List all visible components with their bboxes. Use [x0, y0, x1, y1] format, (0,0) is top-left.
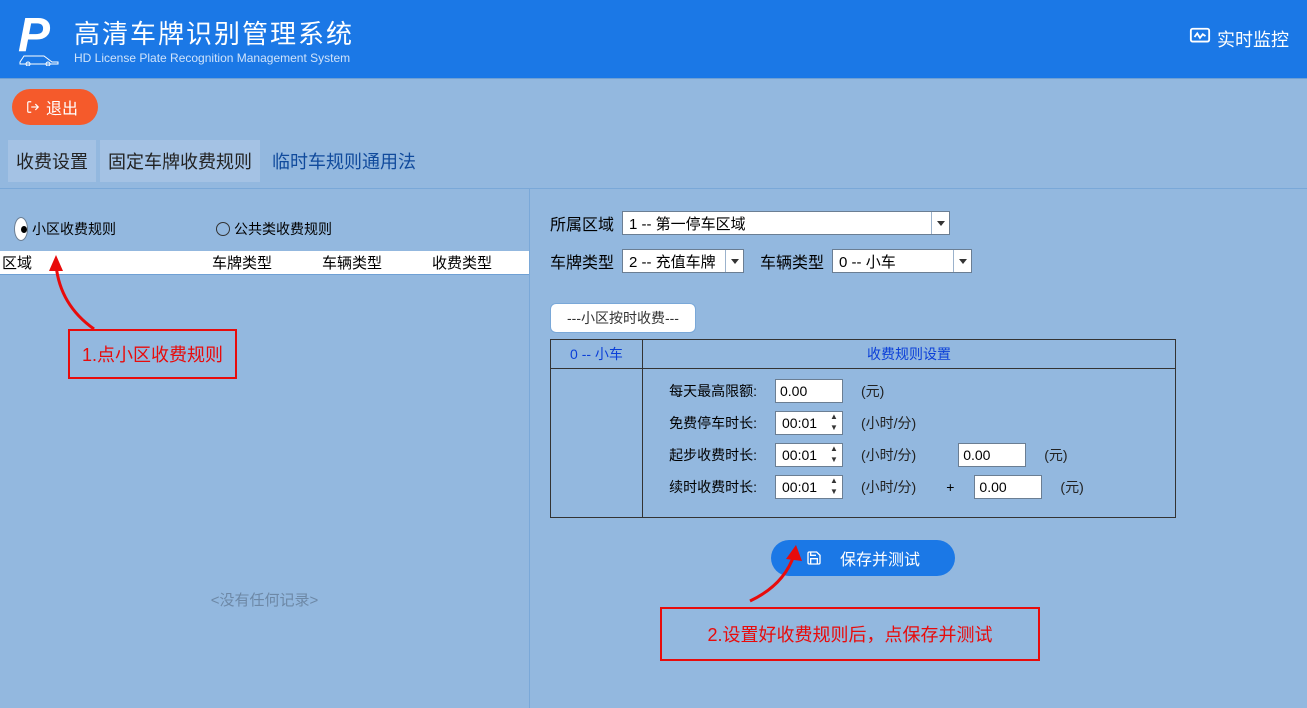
radio-selected-icon — [14, 217, 28, 241]
save-and-test-button[interactable]: 保存并测试 — [771, 540, 955, 576]
free-duration-spinner[interactable]: 00:01 ▲▼ — [775, 411, 843, 435]
daily-max-unit: (元) — [861, 381, 884, 401]
rule-type-radios: 小区收费规则 公共类收费规则 — [0, 217, 529, 241]
radio-community-label: 小区收费规则 — [32, 219, 116, 239]
vehicle-type-label: 车辆类型 — [760, 249, 824, 273]
save-label: 保存并测试 — [840, 546, 920, 570]
realtime-monitor-button[interactable]: 实时监控 — [1189, 26, 1289, 53]
plate-type-label: 车牌类型 — [550, 249, 614, 273]
start-duration-spinner[interactable]: 00:01 ▲▼ — [775, 443, 843, 467]
right-pane: 所属区域 1 -- 第一停车区域 车牌类型 2 -- 充值车牌 车辆类型 0 -… — [530, 189, 1307, 708]
logo: P — [18, 12, 60, 66]
area-select[interactable]: 1 -- 第一停车区域 — [622, 211, 950, 235]
title-block: 高清车牌识别管理系统 HD License Plate Recognition … — [74, 14, 354, 65]
renewal-duration-label: 续时收费时长: — [657, 477, 757, 497]
start-duration-value: 00:01 — [776, 447, 826, 463]
renewal-duration-value: 00:01 — [776, 479, 826, 495]
save-icon — [806, 550, 822, 566]
realtime-monitor-label: 实时监控 — [1217, 26, 1289, 52]
radio-public-rule[interactable]: 公共类收费规则 — [216, 219, 332, 239]
inner-tab-community-time-charge[interactable]: ---小区按时收费--- — [550, 303, 696, 333]
col-plate-type: 车牌类型 — [210, 252, 320, 273]
subbar: 退出 — [0, 78, 1307, 130]
app-subtitle: HD License Plate Recognition Management … — [74, 51, 354, 65]
exit-button[interactable]: 退出 — [12, 89, 98, 125]
daily-max-input[interactable] — [775, 379, 843, 403]
col-charge-type: 收费类型 — [430, 252, 530, 273]
grid-form: 每天最高限额: (元) 免费停车时长: 00:01 ▲▼ (小时/分) 起步收费… — [643, 369, 1175, 517]
grid-header-vehicle: 0 -- 小车 — [551, 340, 643, 369]
charge-rule-grid: 0 -- 小车 收费规则设置 每天最高限额: (元) 免费停车时长: 00:01… — [550, 339, 1176, 518]
start-duration-unit: (小时/分) — [861, 445, 916, 465]
free-duration-value: 00:01 — [776, 415, 826, 431]
start-duration-label: 起步收费时长: — [657, 445, 757, 465]
radio-community-rule[interactable]: 小区收费规则 — [14, 217, 116, 241]
renewal-duration-unit: (小时/分) — [861, 477, 916, 497]
car-icon — [18, 52, 60, 66]
exit-label: 退出 — [46, 95, 78, 119]
tab-fixed-plate-rules[interactable]: 固定车牌收费规则 — [100, 140, 260, 182]
col-area: 区域 — [0, 252, 210, 273]
annotation-2: 2.设置好收费规则后，点保存并测试 — [660, 607, 1040, 661]
table-header: 区域 车牌类型 车辆类型 收费类型 — [0, 251, 529, 275]
col-vehicle-type: 车辆类型 — [320, 252, 430, 273]
tab-charge-settings[interactable]: 收费设置 — [8, 140, 96, 182]
free-duration-unit: (小时/分) — [861, 413, 916, 433]
annotation-1: 1.点小区收费规则 — [68, 329, 237, 379]
chevron-down-icon — [931, 212, 949, 234]
tabs: 收费设置 固定车牌收费规则 临时车规则通用法 — [0, 130, 1307, 182]
left-pane: 小区收费规则 公共类收费规则 区域 车牌类型 车辆类型 收费类型 1.点小区收费… — [0, 189, 530, 708]
renewal-charge-unit: (元) — [1060, 477, 1083, 497]
plus-sign: + — [946, 479, 954, 495]
logo-block: P 高清车牌识别管理系统 HD License Plate Recognitio… — [18, 12, 354, 66]
content: 小区收费规则 公共类收费规则 区域 车牌类型 车辆类型 收费类型 1.点小区收费… — [0, 188, 1307, 708]
free-duration-label: 免费停车时长: — [657, 413, 757, 433]
header: P 高清车牌识别管理系统 HD License Plate Recognitio… — [0, 0, 1307, 78]
vehicle-type-value: 0 -- 小车 — [839, 251, 896, 272]
start-charge-input[interactable] — [958, 443, 1026, 467]
renewal-charge-input[interactable] — [974, 475, 1042, 499]
exit-icon — [26, 100, 40, 114]
plate-type-select[interactable]: 2 -- 充值车牌 — [622, 249, 744, 273]
grid-left-empty — [551, 369, 643, 517]
start-charge-unit: (元) — [1044, 445, 1067, 465]
radio-unselected-icon — [216, 222, 230, 236]
monitor-icon — [1189, 26, 1211, 53]
area-value: 1 -- 第一停车区域 — [629, 213, 746, 234]
tab-temp-vehicle-rules[interactable]: 临时车规则通用法 — [264, 140, 424, 182]
spinner-arrows-icon: ▲▼ — [826, 476, 842, 498]
renewal-duration-spinner[interactable]: 00:01 ▲▼ — [775, 475, 843, 499]
area-label: 所属区域 — [550, 211, 614, 235]
chevron-down-icon — [725, 250, 743, 272]
grid-header-rules: 收费规则设置 — [643, 340, 1175, 369]
app-title: 高清车牌识别管理系统 — [74, 14, 354, 51]
empty-message: <没有任何记录> — [0, 589, 529, 610]
spinner-arrows-icon: ▲▼ — [826, 412, 842, 434]
spinner-arrows-icon: ▲▼ — [826, 444, 842, 466]
chevron-down-icon — [953, 250, 971, 272]
radio-public-label: 公共类收费规则 — [234, 219, 332, 239]
plate-type-value: 2 -- 充值车牌 — [629, 251, 716, 272]
vehicle-type-select[interactable]: 0 -- 小车 — [832, 249, 972, 273]
daily-max-label: 每天最高限额: — [657, 381, 757, 401]
